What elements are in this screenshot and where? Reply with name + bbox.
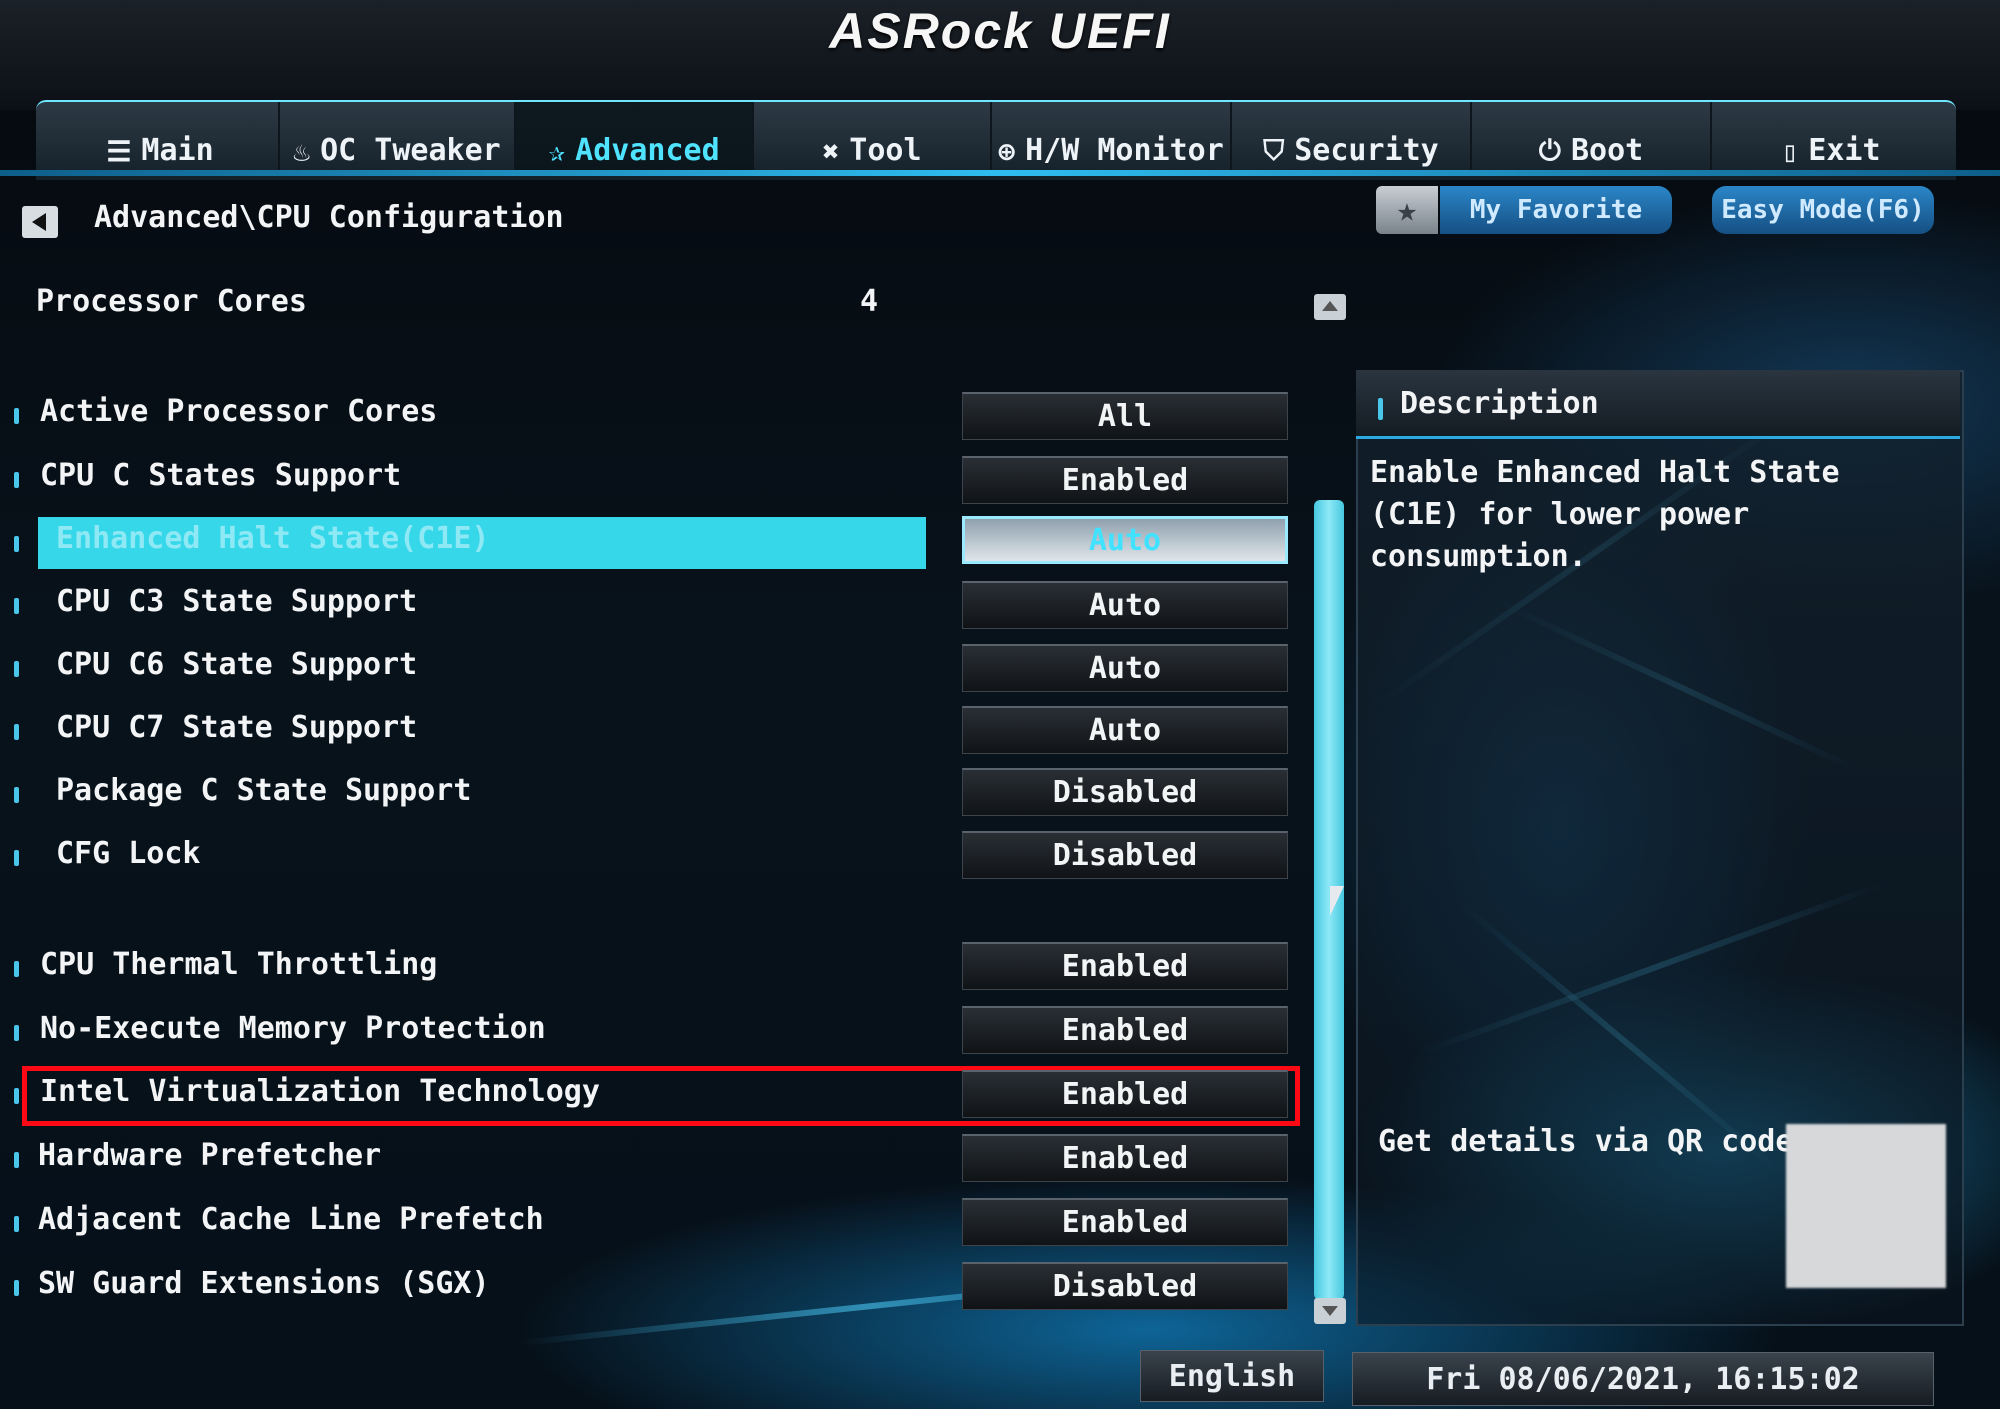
tab-label: Advanced — [575, 133, 720, 168]
easy-mode-button[interactable]: Easy Mode(F6) — [1712, 186, 1934, 234]
monitor-icon: ⊕ — [998, 135, 1016, 168]
setting-value-button[interactable]: Disabled — [962, 831, 1288, 879]
setting-value-button[interactable]: Enabled — [962, 1006, 1288, 1054]
description-bullet — [1378, 398, 1383, 420]
setting-label: CFG Lock — [56, 836, 201, 871]
setting-label: CPU C6 State Support — [56, 647, 418, 682]
row-bullet — [14, 1088, 19, 1104]
list-icon: ☰ — [106, 135, 132, 168]
row-bullet — [14, 724, 19, 740]
scroll-down-arrow-icon[interactable] — [1314, 1298, 1346, 1324]
setting-value-button[interactable]: Auto — [962, 581, 1288, 629]
setting-label: Package C State Support — [56, 773, 472, 808]
tab-label: H/W Monitor — [1025, 133, 1224, 168]
setting-label: Intel Virtualization Technology — [40, 1074, 600, 1109]
exit-icon: ▯ — [1781, 135, 1799, 168]
row-bullet — [14, 961, 19, 977]
my-favorite-button[interactable]: My Favorite — [1440, 186, 1672, 234]
row-bullet — [14, 1216, 19, 1232]
setting-value-button[interactable]: Auto — [962, 516, 1288, 564]
power-icon: ⏻ — [1538, 134, 1561, 167]
row-bullet — [14, 598, 19, 614]
tab-oc-tweaker[interactable]: ♨ OC Tweaker — [280, 102, 516, 174]
qr-code-label: Get details via QR code — [1378, 1124, 1794, 1159]
tab-tool[interactable]: ✖ Tool — [754, 102, 992, 174]
setting-label: Adjacent Cache Line Prefetch — [38, 1202, 544, 1237]
back-arrow-icon[interactable] — [22, 206, 58, 238]
tab-bar: ☰ Main ♨ OC Tweaker ✰ Advanced ✖ Tool ⊕ … — [36, 100, 1956, 180]
tab-label: Exit — [1808, 133, 1881, 168]
rocket-icon: ♨ — [293, 135, 311, 168]
favorite-star-icon[interactable]: ★ — [1376, 186, 1438, 234]
setting-label: No-Execute Memory Protection — [40, 1011, 546, 1046]
star-icon: ✰ — [548, 135, 566, 168]
datetime-display: Fri 08/06/2021, 16:15:02 — [1352, 1352, 1934, 1406]
row-bullet — [14, 661, 19, 677]
tab-security[interactable]: ⛉ Security — [1232, 102, 1472, 174]
language-button[interactable]: English — [1140, 1350, 1324, 1402]
setting-label: CPU C3 State Support — [56, 584, 418, 619]
tab-main[interactable]: ☰ Main — [42, 102, 280, 174]
setting-value-button[interactable]: Disabled — [962, 768, 1288, 816]
setting-label: CPU C States Support — [40, 458, 402, 493]
breadcrumb: Advanced\CPU Configuration — [94, 200, 564, 235]
row-bullet — [14, 787, 19, 803]
row-bullet — [14, 408, 19, 424]
row-bullet — [14, 850, 19, 866]
row-bullet — [14, 536, 19, 552]
setting-label: CPU C7 State Support — [56, 710, 418, 745]
setting-value-button[interactable]: All — [962, 392, 1288, 440]
setting-value-button[interactable]: Enabled — [962, 456, 1288, 504]
setting-label: SW Guard Extensions (SGX) — [38, 1266, 490, 1301]
processor-cores-value: 4 — [860, 284, 879, 319]
tab-label: Main — [141, 133, 214, 168]
setting-value-button[interactable]: Auto — [962, 706, 1288, 754]
setting-value-button[interactable]: Enabled — [962, 1198, 1288, 1246]
tab-underline — [0, 170, 2000, 176]
shield-icon: ⛉ — [1263, 134, 1285, 167]
setting-label: Hardware Prefetcher — [38, 1138, 382, 1173]
mouse-cursor-icon — [1330, 886, 1344, 916]
description-text: Enable Enhanced Halt State (C1E) for low… — [1370, 455, 1840, 574]
setting-value-button[interactable]: Disabled — [962, 1262, 1288, 1310]
tab-hw-monitor[interactable]: ⊕ H/W Monitor — [992, 102, 1232, 174]
tab-boot[interactable]: ⏻ Boot — [1472, 102, 1712, 174]
tab-label: OC Tweaker — [320, 133, 501, 168]
asrock-logo: ASRock UEFI — [829, 3, 1171, 59]
description-title: Description — [1400, 386, 1599, 421]
row-bullet — [14, 472, 19, 488]
row-bullet — [14, 1280, 19, 1296]
setting-label: Active Processor Cores — [40, 394, 438, 429]
row-bullet — [14, 1152, 19, 1168]
tab-exit[interactable]: ▯ Exit — [1712, 102, 1950, 174]
setting-value-button[interactable]: Enabled — [962, 1134, 1288, 1182]
tools-icon: ✖ — [822, 135, 840, 168]
qr-code-image — [1786, 1124, 1946, 1288]
setting-label: CPU Thermal Throttling — [40, 947, 438, 982]
setting-label: Enhanced Halt State(C1E) — [56, 521, 490, 556]
scroll-up-arrow-icon[interactable] — [1314, 294, 1346, 320]
processor-cores-label: Processor Cores — [36, 284, 307, 319]
setting-value-button[interactable]: Enabled — [962, 1070, 1288, 1118]
setting-value-button[interactable]: Auto — [962, 644, 1288, 692]
setting-value-button[interactable]: Enabled — [962, 942, 1288, 990]
tab-label: Boot — [1570, 133, 1644, 168]
row-bullet — [14, 1025, 19, 1041]
tab-label: Tool — [849, 133, 922, 168]
tab-advanced[interactable]: ✰ Advanced — [516, 102, 754, 174]
tab-label: Security — [1294, 133, 1439, 168]
